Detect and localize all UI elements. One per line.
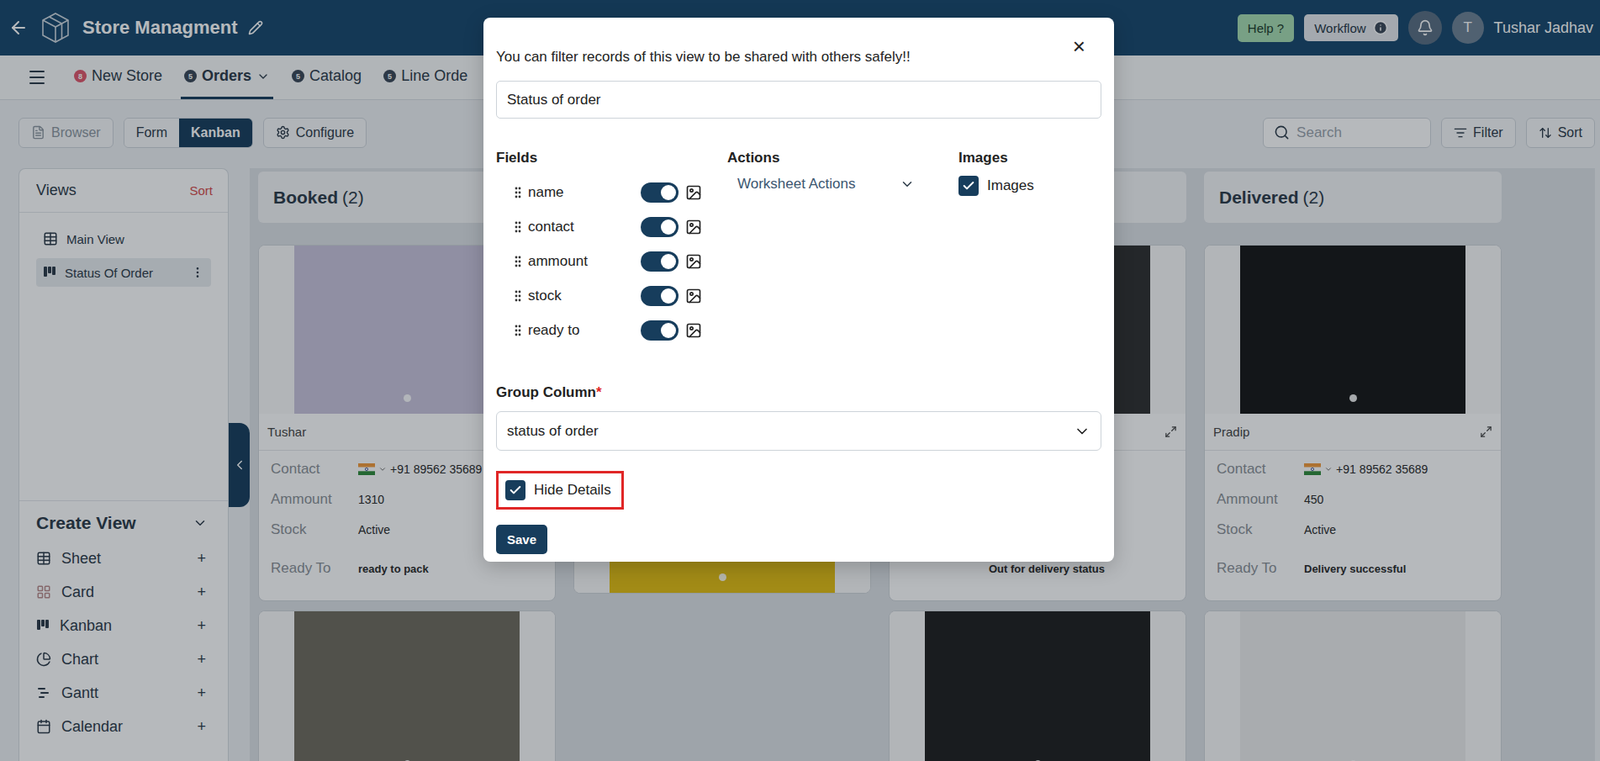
drag-handle-icon[interactable] xyxy=(514,221,522,233)
drag-handle-icon[interactable] xyxy=(514,255,522,268)
actions-dropdown[interactable]: Worksheet Actions xyxy=(727,167,925,201)
fields-heading: Fields xyxy=(496,148,728,168)
field-row: ready to xyxy=(496,312,703,348)
field-row: contact xyxy=(496,209,703,244)
check-icon xyxy=(961,179,976,193)
image-icon[interactable] xyxy=(685,253,703,270)
image-icon[interactable] xyxy=(685,184,703,201)
image-icon[interactable] xyxy=(685,287,703,305)
close-button[interactable]: × xyxy=(1067,34,1091,59)
images-section: Images Images xyxy=(958,148,1102,348)
field-row: ammount xyxy=(496,243,703,279)
chevron-down-icon xyxy=(1073,422,1091,440)
share-view-dialog: ×You can filter records of this view to … xyxy=(483,17,1115,562)
fields-section: Fields namecontactammountstockready to xyxy=(496,148,728,348)
actions-heading: Actions xyxy=(727,148,959,168)
group-column-label: Group Column* xyxy=(496,384,1102,402)
image-icon[interactable] xyxy=(685,218,703,236)
images-heading: Images xyxy=(958,148,1102,168)
actions-section: ActionsWorksheet Actions xyxy=(727,148,959,348)
chevron-down-icon xyxy=(899,176,915,192)
save-button[interactable]: Save xyxy=(496,524,548,555)
modal-backdrop[interactable]: ×You can filter records of this view to … xyxy=(0,0,1600,761)
drag-handle-icon[interactable] xyxy=(514,186,522,199)
group-column-select[interactable]: status of order xyxy=(496,411,1102,451)
field-toggle[interactable] xyxy=(640,182,679,203)
images-checkbox[interactable]: Images xyxy=(958,175,1102,196)
field-toggle[interactable] xyxy=(640,216,679,238)
settings-columns: Fieldsnamecontactammountstockready toAct… xyxy=(496,148,1102,348)
field-row: name xyxy=(496,174,703,210)
field-list: namecontactammountstockready to xyxy=(496,174,728,348)
drag-handle-icon[interactable] xyxy=(514,324,522,337)
field-toggle[interactable] xyxy=(640,320,679,341)
field-toggle[interactable] xyxy=(640,251,679,272)
image-icon[interactable] xyxy=(685,322,703,339)
page: Store ManagmentHelp ?WorkflowTTushar Jad… xyxy=(0,0,1600,761)
dialog-subtitle: You can filter records of this view to b… xyxy=(496,47,1102,67)
view-name-field[interactable]: Status of order xyxy=(496,80,1102,119)
field-toggle[interactable] xyxy=(640,285,679,307)
hide-details-checkbox[interactable]: Hide Details xyxy=(496,470,624,510)
field-row: stock xyxy=(496,278,703,313)
drag-handle-icon[interactable] xyxy=(514,290,522,302)
check-icon xyxy=(508,483,523,497)
